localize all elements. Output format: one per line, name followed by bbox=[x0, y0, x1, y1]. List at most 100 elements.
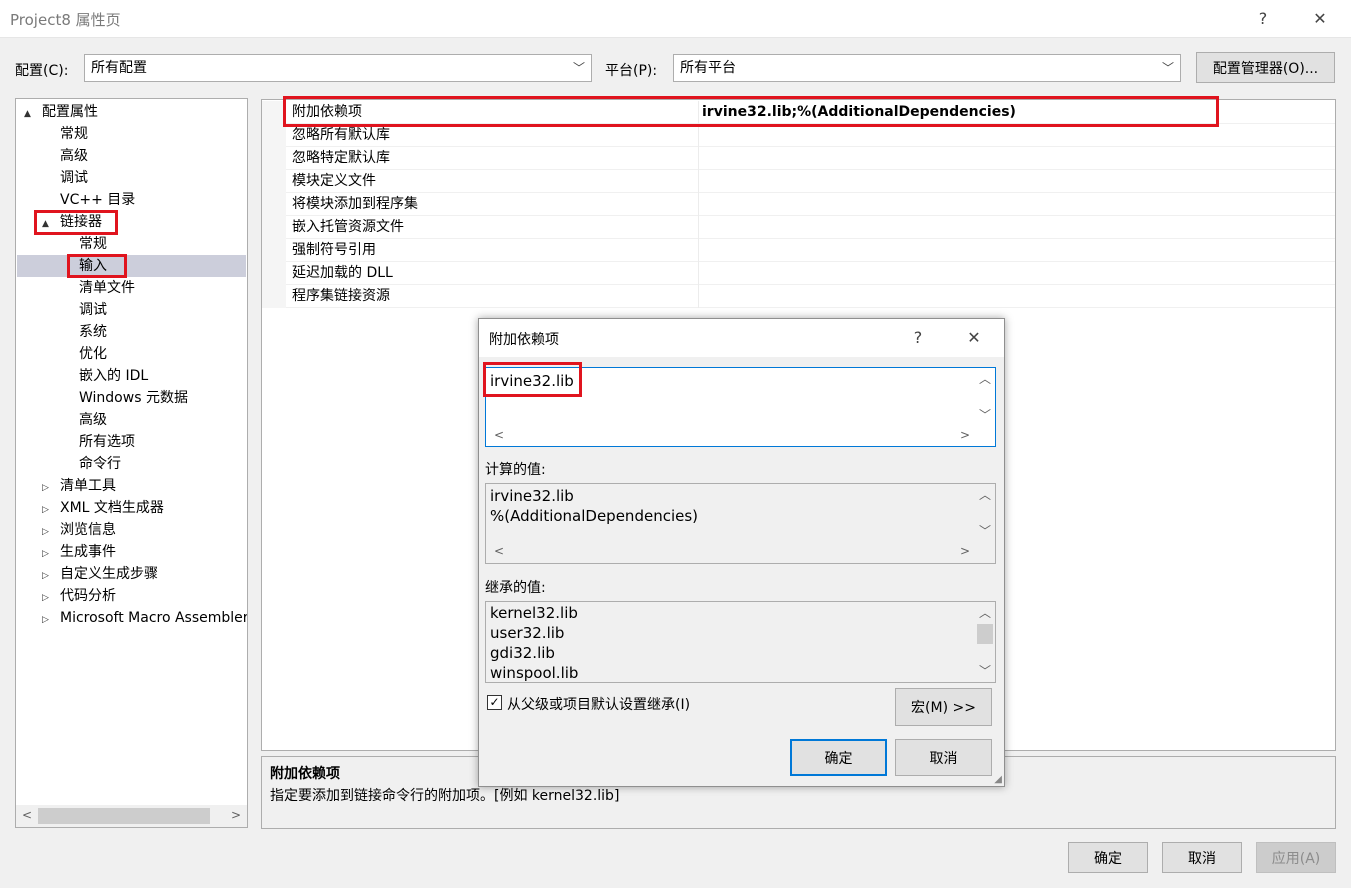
collapsed-icon: ▷ bbox=[42, 483, 49, 493]
scroll-up-icon[interactable]: ︿ bbox=[976, 486, 994, 503]
tree-item-build-events[interactable]: ▷ 生成事件 bbox=[42, 541, 116, 563]
inherited-box: kernel32.lib user32.lib gdi32.lib winspo… bbox=[485, 601, 996, 683]
chevron-down-icon: ﹀ bbox=[572, 61, 585, 75]
tree-item-optimization[interactable]: 优化 bbox=[79, 343, 107, 365]
help-button[interactable]: ? bbox=[1248, 6, 1278, 32]
prop-row[interactable]: 延迟加载的 DLL bbox=[262, 262, 1335, 285]
edit-vertical-scrollbar[interactable]: ︿ ﹀ bbox=[975, 368, 995, 426]
title-bar: Project8 属性页 ? ✕ bbox=[0, 0, 1351, 38]
scroll-up-icon[interactable]: ︿ bbox=[976, 604, 994, 621]
scroll-down-icon[interactable]: ﹀ bbox=[976, 662, 994, 679]
tree-item-advanced[interactable]: 高级 bbox=[60, 145, 88, 167]
tree-item-masm[interactable]: ▷ Microsoft Macro Assembler bbox=[42, 607, 247, 629]
computed-box: irvine32.lib %(AdditionalDependencies) ︿… bbox=[485, 483, 996, 564]
dialog-title: 附加依赖项 bbox=[489, 332, 559, 348]
inherited-line: gdi32.lib bbox=[490, 644, 555, 662]
scroll-right-icon[interactable]: > bbox=[956, 428, 974, 442]
inherited-line: user32.lib bbox=[490, 624, 565, 642]
platform-dropdown[interactable]: 所有平台 ﹀ bbox=[673, 54, 1181, 82]
tree-item-system[interactable]: 系统 bbox=[79, 321, 107, 343]
tree-item-linker-input[interactable]: 输入 bbox=[17, 255, 246, 277]
inherited-line: winspool.lib bbox=[490, 664, 579, 682]
tree-item-code-analysis[interactable]: ▷ 代码分析 bbox=[42, 585, 116, 607]
highlight-input bbox=[67, 254, 127, 278]
description-text: 指定要添加到链接命令行的附加项。[例如 kernel32.lib] bbox=[270, 788, 620, 804]
highlight-additional-deps bbox=[283, 96, 1219, 127]
platform-value: 所有平台 bbox=[680, 60, 736, 76]
highlight-edit-value bbox=[483, 362, 582, 397]
scroll-right-icon[interactable]: > bbox=[227, 808, 245, 822]
resize-grip-icon[interactable]: ◢ bbox=[994, 774, 1002, 785]
property-tree[interactable]: ▲ 配置属性 常规 高级 调试 VC++ 目录 ▲ 链接器 常规 输入 清单文件 调… bbox=[15, 98, 248, 828]
chevron-down-icon: ﹀ bbox=[1161, 61, 1174, 75]
platform-label: 平台(P): bbox=[605, 63, 658, 79]
tree-horizontal-scrollbar[interactable]: < > bbox=[16, 805, 247, 827]
close-button[interactable]: ✕ bbox=[1305, 6, 1335, 32]
tree-item-xml-doc[interactable]: ▷ XML 文档生成器 bbox=[42, 497, 164, 519]
tree-item-embedded-idl[interactable]: 嵌入的 IDL bbox=[79, 365, 148, 387]
description-title: 附加依赖项 bbox=[270, 766, 340, 782]
scroll-right-icon[interactable]: > bbox=[956, 544, 974, 558]
prop-row[interactable]: 强制符号引用 bbox=[262, 239, 1335, 262]
tree-item-browse-info[interactable]: ▷ 浏览信息 bbox=[42, 519, 116, 541]
expanded-icon: ▲ bbox=[24, 109, 31, 119]
computed-vertical-scrollbar[interactable]: ︿ ﹀ bbox=[975, 484, 995, 542]
scroll-left-icon[interactable]: < bbox=[490, 428, 508, 442]
collapsed-icon: ▷ bbox=[42, 593, 49, 603]
prop-row[interactable]: 嵌入托管资源文件 bbox=[262, 216, 1335, 239]
macro-button[interactable]: 宏(M) >> bbox=[895, 688, 992, 726]
inherited-vertical-scrollbar[interactable]: ︿ ﹀ bbox=[975, 602, 995, 682]
scroll-thumb[interactable] bbox=[977, 624, 993, 644]
ok-button[interactable]: 确定 bbox=[1068, 842, 1148, 873]
scroll-left-icon[interactable]: < bbox=[18, 808, 36, 822]
collapsed-icon: ▷ bbox=[42, 527, 49, 537]
tree-item-manifest-tool[interactable]: ▷ 清单工具 bbox=[42, 475, 116, 497]
inherited-line: kernel32.lib bbox=[490, 604, 578, 622]
scroll-up-icon[interactable]: ︿ bbox=[976, 370, 994, 387]
prop-row[interactable]: 忽略特定默认库 bbox=[262, 147, 1335, 170]
tree-item-windows-metadata[interactable]: Windows 元数据 bbox=[79, 387, 188, 409]
tree-item-linker-debugging[interactable]: 调试 bbox=[79, 299, 107, 321]
dialog-help-button[interactable]: ? bbox=[903, 325, 933, 351]
additional-deps-dialog: 附加依赖项 ? ✕ irvine32.lib ︿ ﹀ < > 计算的值: irv… bbox=[478, 318, 1005, 787]
dialog-ok-button[interactable]: 确定 bbox=[790, 739, 887, 776]
inherited-label: 继承的值: bbox=[485, 580, 546, 596]
scroll-down-icon[interactable]: ﹀ bbox=[976, 522, 994, 539]
dialog-title-bar: 附加依赖项 ? ✕ bbox=[479, 319, 1004, 357]
tree-item-vc-directories[interactable]: VC++ 目录 bbox=[60, 189, 135, 211]
scroll-down-icon[interactable]: ﹀ bbox=[976, 406, 994, 423]
config-dropdown[interactable]: 所有配置 ﹀ bbox=[84, 54, 592, 82]
tree-item-debugging[interactable]: 调试 bbox=[60, 167, 88, 189]
tree-item-config-properties[interactable]: ▲ 配置属性 bbox=[24, 101, 98, 123]
prop-row[interactable]: 模块定义文件 bbox=[262, 170, 1335, 193]
prop-row[interactable]: 程序集链接资源 bbox=[262, 285, 1335, 308]
prop-row[interactable]: 忽略所有默认库 bbox=[262, 124, 1335, 147]
dialog-cancel-button[interactable]: 取消 bbox=[895, 739, 992, 776]
scroll-left-icon[interactable]: < bbox=[490, 544, 508, 558]
collapsed-icon: ▷ bbox=[42, 505, 49, 515]
scroll-thumb[interactable] bbox=[38, 808, 210, 824]
dialog-close-button[interactable]: ✕ bbox=[959, 325, 989, 351]
tree-item-all-options[interactable]: 所有选项 bbox=[79, 431, 135, 453]
tree-item-linker-general[interactable]: 常规 bbox=[79, 233, 107, 255]
highlight-linker bbox=[34, 210, 118, 235]
collapsed-icon: ▷ bbox=[42, 615, 49, 625]
config-label: 配置(C): bbox=[15, 63, 69, 79]
window-title: Project8 属性页 bbox=[10, 11, 121, 29]
tree-item-command-line[interactable]: 命令行 bbox=[79, 453, 121, 475]
tree-item-manifest-file[interactable]: 清单文件 bbox=[79, 277, 135, 299]
collapsed-icon: ▷ bbox=[42, 549, 49, 559]
computed-label: 计算的值: bbox=[485, 462, 546, 478]
prop-row[interactable]: 将模块添加到程序集 bbox=[262, 193, 1335, 216]
config-manager-button[interactable]: 配置管理器(O)... bbox=[1196, 52, 1335, 83]
inherit-checkbox-label[interactable]: 从父级或项目默认设置继承(I) bbox=[507, 694, 690, 714]
tree-item-custom-build[interactable]: ▷ 自定义生成步骤 bbox=[42, 563, 158, 585]
tree-item-general[interactable]: 常规 bbox=[60, 123, 88, 145]
apply-button[interactable]: 应用(A) bbox=[1256, 842, 1336, 873]
collapsed-icon: ▷ bbox=[42, 571, 49, 581]
inherit-checkbox[interactable]: ✓ bbox=[487, 695, 502, 710]
config-value: 所有配置 bbox=[91, 60, 147, 76]
cancel-button[interactable]: 取消 bbox=[1162, 842, 1242, 873]
computed-line: irvine32.lib bbox=[490, 487, 574, 505]
tree-item-linker-advanced[interactable]: 高级 bbox=[79, 409, 107, 431]
